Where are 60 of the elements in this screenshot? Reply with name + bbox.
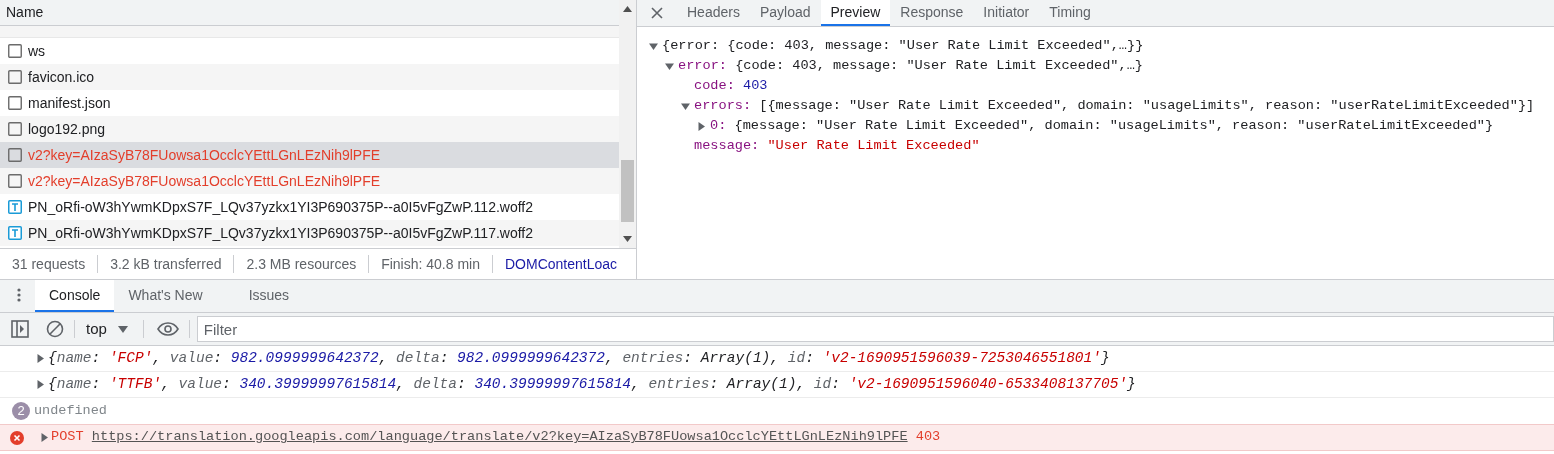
eye-icon[interactable] bbox=[156, 322, 179, 336]
scroll-down-icon[interactable] bbox=[623, 236, 632, 242]
context-dropdown[interactable]: top bbox=[85, 317, 129, 341]
status-link[interactable]: DOMContentLoac bbox=[493, 253, 618, 275]
json-line: error: {code: 403, message: "User Rate Limit Exceeded",…} bbox=[678, 56, 1143, 75]
document-icon bbox=[8, 70, 22, 84]
request-url-link[interactable]: https://translation.googleapis.com/language/translate/v2?key=AIzaSyB78FUowsa1OcclcYEttLGnLEzNih9lPFE bbox=[91, 427, 908, 448]
column-header[interactable]: Name bbox=[0, 0, 619, 26]
repeat-count-badge: 2 bbox=[12, 402, 30, 420]
json-line: code: 403 bbox=[694, 76, 768, 95]
tab[interactable]: Headers bbox=[677, 0, 750, 26]
document-icon bbox=[8, 122, 22, 136]
tab[interactable]: Response bbox=[890, 0, 974, 26]
filter-field[interactable]: Filter bbox=[196, 316, 1554, 342]
console-object: {name: 'TTFB', value: 340.39999997615814, delta: 340.39999997615814, entries: Array(1), id: 'v2-1690951596040-6533408137705'} bbox=[48, 374, 1136, 394]
request-row[interactable]: logo192.png bbox=[0, 116, 619, 142]
scrollbar[interactable] bbox=[619, 0, 636, 248]
clear-console-icon[interactable] bbox=[46, 320, 64, 338]
json-line: message: "User Rate Limit Exceeded" bbox=[694, 136, 980, 155]
expanded-arrow-icon[interactable] bbox=[649, 41, 658, 51]
document-icon bbox=[8, 96, 22, 110]
tab[interactable]: Initiator bbox=[973, 0, 1040, 26]
expanded-arrow-icon[interactable] bbox=[665, 61, 674, 71]
json-line: {error: {code: 403, message: "User Rate Limit Exceeded",…}} bbox=[662, 36, 1144, 55]
request-row[interactable]: v2?key=AIzaSyB78FUowsa1OcclcYEttLGnLEzNih9lPFE bbox=[0, 168, 619, 194]
expanded-arrow-icon[interactable] bbox=[681, 101, 690, 111]
tab[interactable]: Preview bbox=[820, 0, 891, 26]
json-line: 0: {message: "User Rate Limit Exceeded", domain: "usageLimits", reason: "userRateLimitExceeded"} bbox=[710, 116, 1494, 135]
tab[interactable]: Console bbox=[35, 280, 115, 312]
collapsed-arrow-icon[interactable] bbox=[40, 433, 49, 442]
status-text: 2.3 MB resources bbox=[245, 254, 358, 274]
status-text: 3.2 kB transferred bbox=[109, 254, 223, 274]
tab[interactable]: Timing bbox=[1039, 0, 1101, 26]
tab[interactable]: Issues bbox=[234, 280, 304, 312]
more-options-icon[interactable] bbox=[17, 288, 21, 302]
collapsed-arrow-icon[interactable] bbox=[36, 380, 45, 389]
status-text: Finish: 40.8 min bbox=[380, 254, 481, 274]
tab[interactable]: Payload bbox=[749, 0, 821, 26]
font-file-icon bbox=[8, 226, 22, 240]
error-icon bbox=[10, 430, 24, 445]
status-code: 403 bbox=[915, 428, 941, 447]
font-file-icon bbox=[8, 200, 22, 214]
request-method: POST bbox=[51, 428, 84, 447]
console-object: {name: 'FCP', value: 982.0999999642372, delta: 982.0999999642372, entries: Array(1), id: 'v2-1690951596039-7253046551801'} bbox=[48, 348, 1110, 368]
caret-icon bbox=[117, 325, 128, 333]
status-text: 31 requests bbox=[11, 254, 87, 274]
close-icon[interactable] bbox=[651, 7, 663, 19]
collapsed-arrow-icon[interactable] bbox=[36, 354, 45, 363]
document-icon bbox=[8, 174, 22, 188]
json-line: errors: [{message: "User Rate Limit Exceeded", domain: "usageLimits", reason: "userRateLimitExceeded"}] bbox=[694, 96, 1535, 115]
scroll-up-icon[interactable] bbox=[623, 6, 632, 12]
document-icon bbox=[8, 148, 22, 162]
collapsed-arrow-icon[interactable] bbox=[697, 121, 706, 131]
document-icon bbox=[8, 44, 22, 58]
result-text: undefined bbox=[34, 401, 107, 420]
scrollbar-thumb[interactable] bbox=[621, 160, 634, 222]
sidebar-toggle-icon[interactable] bbox=[11, 320, 29, 338]
tab[interactable]: What's New bbox=[114, 280, 217, 312]
request-row[interactable]: PN_oRfi-oW3hYwmKDpxS7F_LQv37yzkx1YI3P690375P--a0I5vFgZwP.117.woff2 bbox=[0, 220, 619, 246]
request-row[interactable]: favicon.ico bbox=[0, 64, 619, 90]
